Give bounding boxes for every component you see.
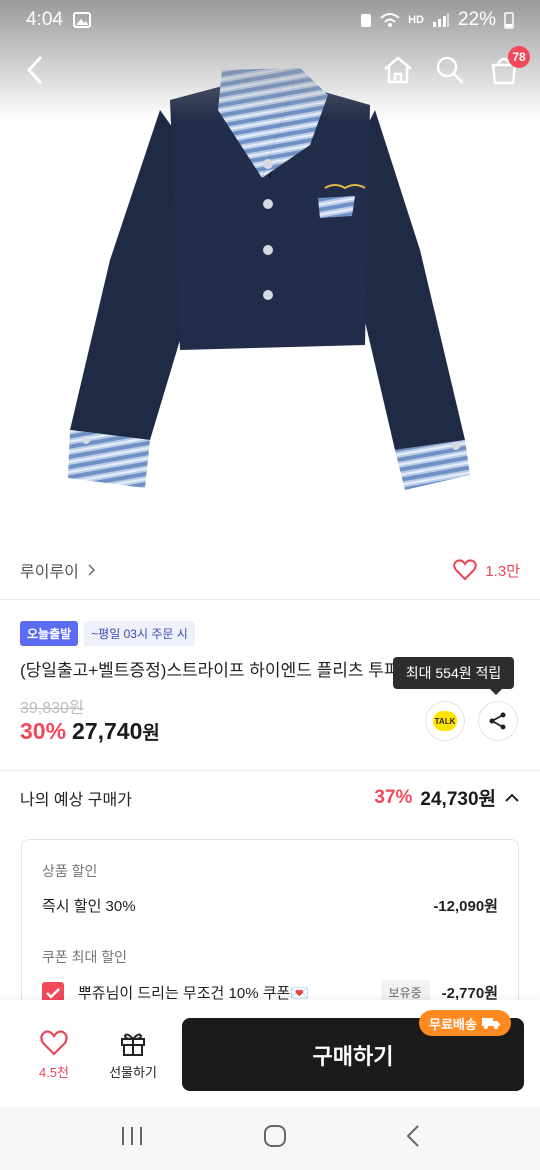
battery-saver-icon [360, 12, 372, 28]
system-nav-bar [0, 1107, 540, 1170]
product-discount-heading: 상품 할인 [42, 863, 98, 879]
battery-icon [504, 11, 514, 29]
back-system-button[interactable] [405, 1124, 421, 1153]
gift-label: 선물하기 [109, 1065, 157, 1080]
instant-discount-amount: -12,090원 [433, 898, 498, 915]
share-icon [489, 712, 506, 730]
status-bar: 4:04 HD 22% [0, 0, 540, 40]
back-button[interactable] [14, 50, 54, 90]
kakao-talk-icon: TALK [433, 711, 457, 731]
check-icon [46, 987, 60, 999]
instant-discount-label: 즉시 할인 30% [42, 898, 136, 915]
brand-row: 루이루이 1.3만 [0, 545, 540, 595]
like-button[interactable]: 1.3만 [453, 559, 520, 581]
expected-price: 24,730원 [420, 789, 496, 810]
gift-icon [121, 1033, 145, 1056]
share-button[interactable] [478, 701, 518, 741]
home-circle-icon [264, 1125, 286, 1147]
top-nav: 78 [0, 44, 540, 96]
search-button[interactable] [430, 50, 470, 90]
coupon-discount-heading: 쿠폰 최대 할인 [42, 949, 128, 965]
free-shipping-badge: 무료배송 [419, 1010, 511, 1036]
kakao-talk-button[interactable]: TALK [425, 701, 465, 741]
hd-voice-icon: HD [408, 14, 424, 26]
status-time: 4:04 [26, 9, 63, 30]
recent-apps-button[interactable] [119, 1125, 145, 1152]
home-button[interactable] [378, 50, 418, 90]
home-system-button[interactable] [263, 1124, 287, 1153]
chevron-right-icon [88, 564, 96, 576]
wifi-icon [380, 12, 400, 28]
brand-link[interactable]: 루이루이 [20, 558, 97, 582]
expected-discount-percent: 37% [374, 786, 413, 808]
brand-name: 루이루이 [20, 564, 79, 581]
original-price: 39,830원 [20, 700, 84, 717]
cutoff-tag: ~평일 03시 주문 시 [84, 621, 195, 646]
heart-icon [453, 559, 478, 581]
truck-icon [481, 1018, 500, 1029]
sale-price: 27,740원 [72, 718, 160, 745]
chevron-up-icon [505, 793, 519, 802]
today-ship-tag: 오늘출발 [20, 621, 79, 646]
cart-button[interactable]: 78 [484, 46, 530, 90]
price-unit: 원 [142, 723, 160, 744]
signal-icon [432, 12, 450, 28]
home-icon [384, 56, 412, 84]
points-tooltip: 최대 554원 적립 [393, 657, 514, 695]
chevron-left-icon [26, 56, 42, 84]
gallery-icon [72, 12, 91, 28]
bottom-action-bar: 4.5천 선물하기 구매하기 무료배송 [0, 1000, 540, 1107]
expected-price-row[interactable]: 나의 예상 구매가 37% 24,730원 [20, 784, 520, 811]
heart-icon [40, 1030, 68, 1056]
wishlist-button[interactable]: 4.5천 [14, 1030, 94, 1081]
battery-percent: 22% [457, 9, 496, 30]
back-arrow-icon [406, 1125, 419, 1147]
divider [0, 599, 540, 600]
delivery-tags: 오늘출발 ~평일 03시 주문 시 [20, 621, 195, 646]
search-icon [436, 56, 464, 84]
gift-button[interactable]: 선물하기 [93, 1030, 173, 1081]
divider [0, 770, 540, 771]
expected-price-label: 나의 예상 구매가 [20, 791, 132, 809]
sale-price-value: 27,740 [72, 718, 143, 744]
instant-discount-row: 즉시 할인 30% -12,090원 [42, 895, 498, 916]
like-count: 1.3만 [485, 562, 520, 580]
cart-count-badge: 78 [508, 46, 530, 68]
free-shipping-label: 무료배송 [429, 1016, 477, 1032]
recent-apps-icon [122, 1127, 142, 1145]
wishlist-count: 4.5천 [38, 1065, 70, 1080]
discount-percent: 30% [20, 718, 67, 744]
price-row: 30% 27,740원 [20, 718, 160, 745]
